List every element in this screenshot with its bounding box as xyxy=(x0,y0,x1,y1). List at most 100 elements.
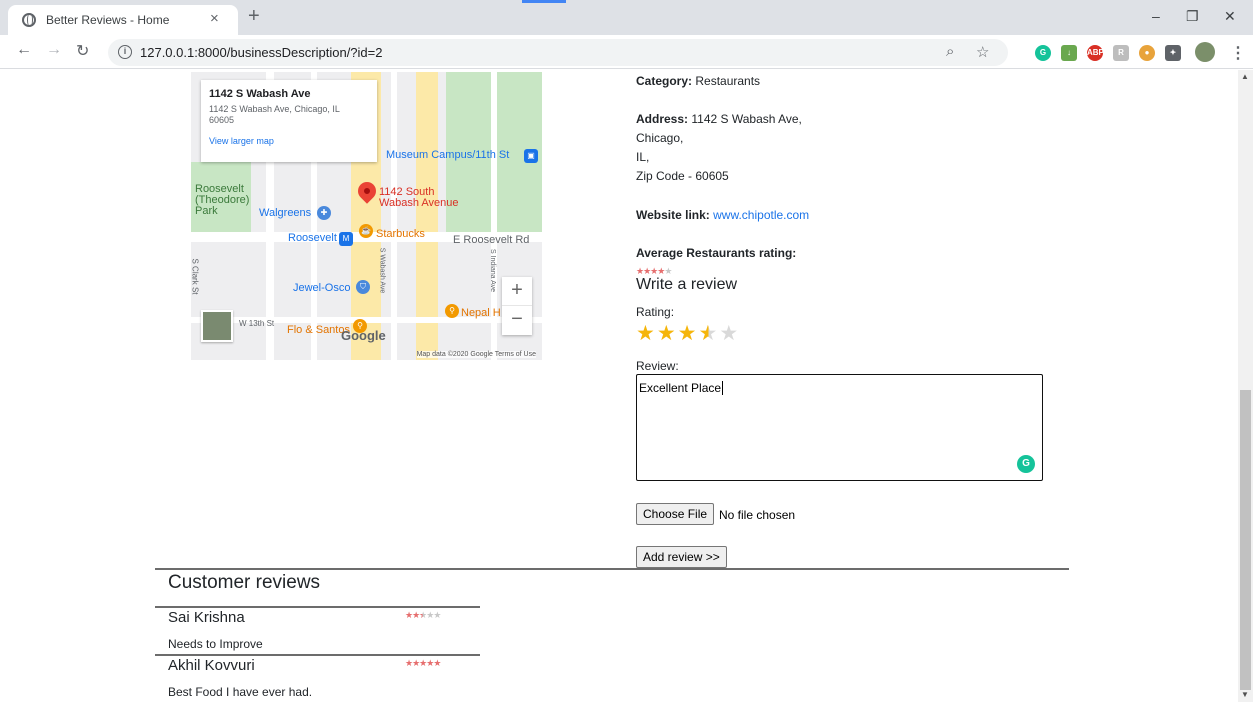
tab-close-icon[interactable]: × xyxy=(210,10,219,27)
review-item: Akhil Kovvuri ★★★★★ Best Food I have eve… xyxy=(155,654,480,702)
reviewer-name: Akhil Kovvuri xyxy=(168,657,255,674)
map-info-title: 1142 S Wabash Ave xyxy=(209,88,311,100)
map-info-window: 1142 S Wabash Ave 1142 S Wabash Ave, Chi… xyxy=(201,80,377,162)
review-text: Excellent Place xyxy=(639,381,722,395)
address-label: Address: xyxy=(636,112,689,126)
customer-reviews-title: Customer reviews xyxy=(168,572,321,593)
category-value: Restaurants xyxy=(695,74,761,88)
page-scrollbar[interactable]: ▲ ▼ xyxy=(1238,70,1253,702)
grammarly-icon[interactable]: G xyxy=(1035,45,1051,61)
google-map[interactable]: 1142 S Wabash Ave 1142 S Wabash Ave, Chi… xyxy=(191,72,542,360)
review-rating-stars: ★★★★★ xyxy=(405,610,441,621)
star-empty-icon[interactable]: ★ xyxy=(719,322,740,345)
tab-title: Better Reviews - Home xyxy=(46,13,170,27)
avatar[interactable] xyxy=(1195,42,1215,62)
browser-toolbar: ← → ↻ i 127.0.0.1:8000/businessDescripti… xyxy=(0,35,1253,69)
divider xyxy=(155,606,480,608)
address-zip: Zip Code - 60605 xyxy=(636,169,729,183)
url-text[interactable]: 127.0.0.1:8000/businessDescription/?id=2 xyxy=(140,45,382,60)
page-content: 1142 S Wabash Ave 1142 S Wabash Ave, Chi… xyxy=(0,70,1238,702)
star-filled-icon[interactable]: ★ xyxy=(636,322,657,345)
write-review-title: Write a review xyxy=(636,276,738,293)
divider xyxy=(155,568,1069,570)
website-label: Website link: xyxy=(636,208,710,222)
map-label: Jewel-Osco xyxy=(293,282,351,294)
average-rating-label-text: Average Restaurants rating: xyxy=(636,246,797,260)
review-textarea[interactable]: Excellent Place G xyxy=(636,374,1043,481)
cafe-icon: ☕ xyxy=(359,224,373,238)
new-tab-button[interactable]: + xyxy=(248,6,260,26)
star-filled-icon: ★ xyxy=(433,658,441,668)
map-zoom-control: + − xyxy=(502,277,532,335)
reviewer-name: Sai Krishna xyxy=(168,609,245,626)
map-label: Roosevelt xyxy=(288,232,337,244)
rating-input-stars[interactable]: ★★★★★ xyxy=(636,322,740,345)
address-street: 1142 S Wabash Ave, xyxy=(691,112,802,126)
star-half-icon[interactable]: ★ xyxy=(698,322,719,345)
more-menu-icon[interactable]: ⋮ xyxy=(1230,43,1246,63)
map-info-address: 1142 S Wabash Ave, Chicago, IL 60605 xyxy=(209,104,340,125)
map-label: Roosevelt (Theodore) Park xyxy=(195,183,250,217)
star-filled-icon[interactable]: ★ xyxy=(657,322,678,345)
restore-button[interactable]: ❐ xyxy=(1186,8,1199,25)
extension-icon[interactable]: R xyxy=(1113,45,1129,61)
scroll-up-arrow-icon[interactable]: ▲ xyxy=(1241,72,1249,81)
minimize-button[interactable]: – xyxy=(1152,8,1160,24)
map-label: Walgreens xyxy=(259,207,312,219)
adblock-icon[interactable]: ABP xyxy=(1087,45,1104,61)
review-body: Needs to Improve xyxy=(168,637,263,651)
map-attribution: Map data ©2020 Google Terms of Use xyxy=(416,351,536,358)
zoom-out-button[interactable]: − xyxy=(502,306,532,335)
map-label: W 13th St xyxy=(239,319,275,328)
download-extension-icon[interactable]: ↓ xyxy=(1061,45,1077,61)
star-filled-icon[interactable]: ★ xyxy=(678,322,699,345)
browser-tab-bar: Better Reviews - Home × + – ❐ ✕ xyxy=(0,0,1253,35)
restaurant-icon: ⚲ xyxy=(445,304,459,318)
scroll-thumb[interactable] xyxy=(1240,390,1251,690)
scroll-down-arrow-icon[interactable]: ▼ xyxy=(1241,690,1249,699)
globe-icon xyxy=(22,13,36,27)
shopping-icon: ⛉ xyxy=(356,280,370,294)
map-label: S Clark St xyxy=(191,258,200,295)
address-line: Address: 1142 S Wabash Ave, xyxy=(636,110,802,129)
address-bar[interactable]: i 127.0.0.1:8000/businessDescription/?id… xyxy=(108,39,1008,66)
add-review-button[interactable]: Add review >> xyxy=(636,546,727,568)
address-city: Chicago, xyxy=(636,131,684,145)
review-body: Best Food I have ever had. xyxy=(168,685,313,699)
map-label: E Roosevelt Rd xyxy=(453,234,530,246)
review-rating-stars: ★★★★★ xyxy=(405,658,441,669)
address-state: IL, xyxy=(636,150,650,164)
grammarly-icon[interactable]: G xyxy=(1017,455,1035,473)
category-label: Category: xyxy=(636,74,693,88)
zoom-in-button[interactable]: + xyxy=(502,277,532,306)
map-label: 1142 South Wabash Avenue xyxy=(379,186,459,209)
browser-tab[interactable]: Better Reviews - Home × xyxy=(8,5,238,35)
rating-label: Rating: xyxy=(636,305,675,319)
satellite-toggle[interactable] xyxy=(201,310,233,342)
close-window-button[interactable]: ✕ xyxy=(1224,8,1236,25)
bookmark-star-icon[interactable]: ☆ xyxy=(976,43,989,61)
cookie-icon[interactable]: ● xyxy=(1139,45,1155,61)
average-rating-label: Average Restaurants rating: xyxy=(636,244,796,263)
text-cursor xyxy=(722,381,724,395)
star-empty-icon: ★ xyxy=(433,610,441,620)
map-label: S Indiana Ave xyxy=(489,248,497,293)
category-line: Category: Restaurants xyxy=(636,72,760,91)
divider xyxy=(155,654,480,656)
map-label: S Wabash Ave xyxy=(378,247,386,294)
metro-icon: M xyxy=(339,232,353,246)
back-arrow-icon[interactable]: ← xyxy=(16,41,32,59)
website-link[interactable]: www.chipotle.com xyxy=(713,208,809,222)
pharmacy-icon: ✚ xyxy=(317,206,331,220)
map-label: Nepal H xyxy=(461,307,501,319)
website-line: Website link: www.chipotle.com xyxy=(636,206,809,225)
forward-arrow-icon[interactable]: → xyxy=(46,41,62,59)
loading-indicator xyxy=(522,0,566,3)
puzzle-icon[interactable]: ✦ xyxy=(1165,45,1181,61)
zoom-icon[interactable]: ⌕ xyxy=(946,43,954,60)
choose-file-button[interactable]: Choose File xyxy=(636,503,715,525)
view-larger-map-link[interactable]: View larger map xyxy=(209,136,369,146)
info-icon[interactable]: i xyxy=(118,45,132,59)
file-status: No file chosen xyxy=(719,508,796,522)
reload-icon[interactable]: ↻ xyxy=(76,41,89,61)
